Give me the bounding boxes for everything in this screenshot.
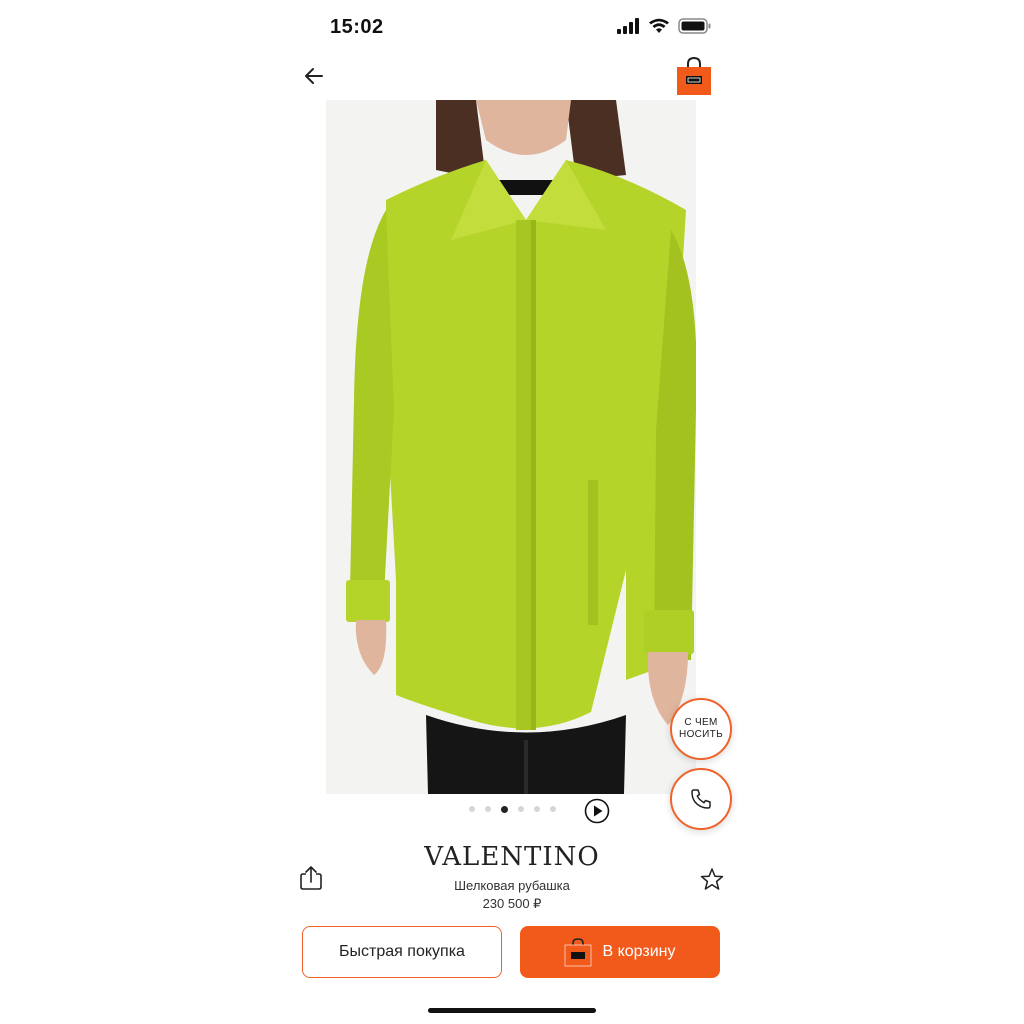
carousel-dot[interactable] bbox=[500, 806, 508, 813]
add-to-cart-label: В корзину bbox=[602, 943, 676, 960]
quick-buy-button[interactable]: Быстрая покупка bbox=[302, 926, 502, 978]
arrow-left-icon bbox=[305, 68, 323, 84]
product-price: 230 500 ₽ bbox=[482, 896, 542, 911]
shopping-bag-icon bbox=[677, 56, 711, 95]
play-video-button[interactable] bbox=[584, 798, 610, 824]
carousel-dot[interactable] bbox=[533, 806, 540, 812]
status-time: 15:02 bbox=[330, 16, 384, 38]
home-indicator bbox=[428, 1008, 596, 1013]
battery-icon bbox=[678, 18, 711, 34]
product-image[interactable] bbox=[326, 100, 696, 794]
play-icon bbox=[584, 798, 610, 824]
signal-icon bbox=[617, 18, 639, 34]
call-button[interactable] bbox=[670, 768, 732, 830]
carousel-dot[interactable] bbox=[549, 806, 556, 812]
carousel-dot[interactable] bbox=[484, 806, 491, 812]
quick-buy-label: Быстрая покупка bbox=[339, 943, 465, 960]
what-to-wear-label: С ЧЕМ НОСИТЬ bbox=[679, 717, 723, 741]
product-name: Шелковая рубашка bbox=[454, 878, 570, 893]
cart-button[interactable] bbox=[676, 56, 712, 96]
shopping-bag-icon bbox=[565, 938, 592, 967]
add-to-cart-button[interactable]: В корзину bbox=[520, 926, 720, 978]
what-to-wear-label-line2: НОСИТЬ bbox=[679, 729, 723, 740]
back-button[interactable] bbox=[300, 62, 328, 90]
product-brand[interactable]: VALENTINO bbox=[272, 842, 752, 872]
carousel-dot[interactable] bbox=[517, 806, 524, 812]
favorite-button[interactable] bbox=[698, 866, 726, 894]
product-photo bbox=[326, 100, 696, 794]
status-icons bbox=[616, 18, 712, 34]
star-icon bbox=[700, 868, 724, 890]
what-to-wear-label-line1: С ЧЕМ bbox=[684, 717, 718, 728]
what-to-wear-button[interactable]: С ЧЕМ НОСИТЬ bbox=[670, 698, 732, 760]
wifi-icon bbox=[649, 18, 669, 33]
phone-icon bbox=[691, 789, 711, 809]
carousel-dot[interactable] bbox=[468, 806, 475, 812]
phone-screen: 15:02 С ЧЕМ НОСИТЬ VALENTINO Шелковая ру… bbox=[272, 0, 752, 1024]
